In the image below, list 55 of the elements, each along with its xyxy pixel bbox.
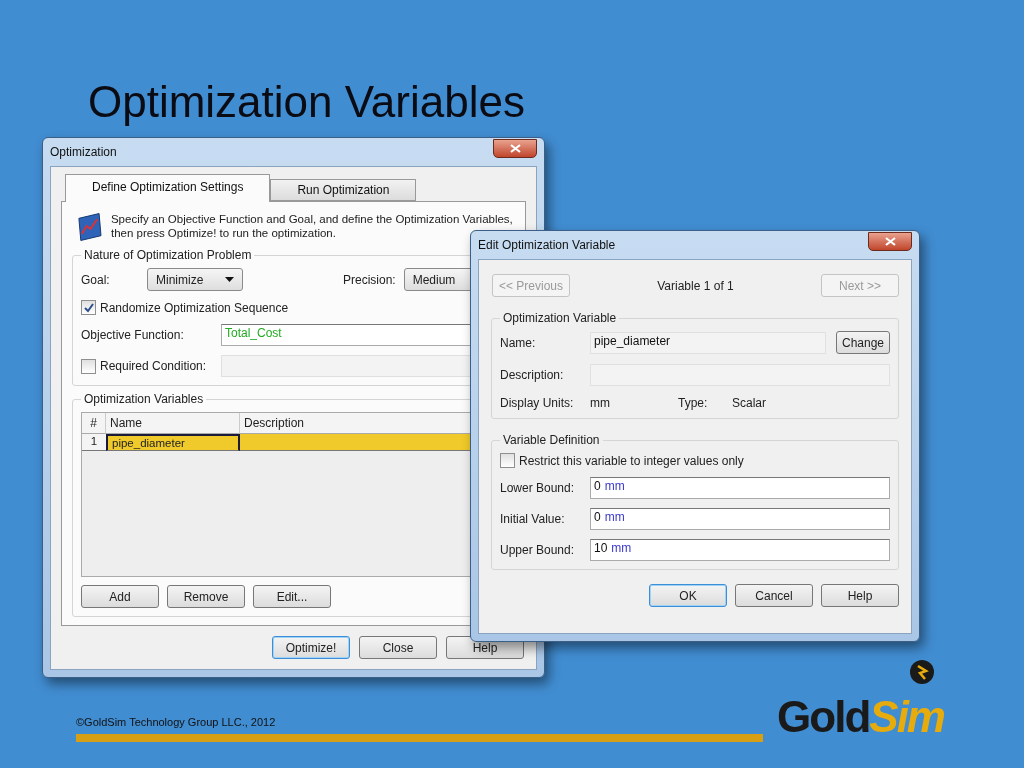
goal-dropdown[interactable]: Minimize: [147, 268, 243, 291]
variable-counter: Variable 1 of 1: [657, 278, 734, 293]
field-label: Goal:: [81, 272, 111, 287]
column-header: #: [82, 413, 106, 434]
input-field[interactable]: 0 mm: [590, 508, 890, 530]
column-header: Name: [106, 413, 240, 434]
dialog-button[interactable]: Add: [81, 585, 159, 608]
dialog-button[interactable]: Edit...: [253, 585, 331, 608]
checkbox[interactable]: [81, 358, 96, 374]
field-label: Description:: [500, 368, 565, 382]
tab[interactable]: Define Optimization Settings: [65, 174, 271, 202]
field-label: Display Units:: [500, 396, 575, 410]
window-title: Optimization: [50, 145, 117, 159]
close-button[interactable]: [868, 231, 912, 251]
type-value: Scalar: [732, 396, 766, 410]
dialog-button[interactable]: Close: [359, 636, 437, 659]
checkbox-label: Required Condition:: [100, 359, 207, 373]
change-button[interactable]: Change: [836, 331, 890, 354]
tab[interactable]: Run Optimization: [270, 179, 417, 201]
input-field[interactable]: 10 mm: [590, 539, 890, 561]
logo: GoldSim: [777, 682, 944, 742]
dialog-button[interactable]: Help: [821, 584, 899, 607]
input-field[interactable]: 0 mm: [590, 477, 890, 499]
dialog-button[interactable]: Optimize!: [272, 636, 350, 659]
group-title: Nature of Optimization Problem: [83, 248, 253, 262]
slide-title: Optimization Variables: [88, 76, 525, 128]
group-title: Optimization Variable: [502, 311, 618, 325]
name-field: pipe_diameter: [590, 331, 826, 354]
instruction-text: Specify an Objective Function and Goal, and define the Optimization Variables, then press Optimize! to run the optimization.: [110, 212, 514, 240]
close-icon: [884, 236, 896, 246]
field-label: Type:: [678, 396, 709, 410]
copyright-text: ©GoldSim Technology Group LLC., 2012: [76, 716, 276, 728]
dialog-button[interactable]: Remove: [167, 585, 245, 608]
group-title: Optimization Variables: [83, 392, 205, 406]
checkbox-label: Randomize Optimization Sequence: [100, 300, 289, 315]
checkbox-label: Restrict this variable to integer values only: [519, 453, 744, 468]
dialog-button[interactable]: Cancel: [735, 584, 813, 607]
close-icon: [509, 143, 521, 153]
table-cell[interactable]: pipe_diameter: [106, 434, 240, 451]
field-label: Upper Bound:: [500, 543, 576, 557]
checkbox[interactable]: [500, 453, 515, 468]
window-title: Edit Optimization Variable: [478, 238, 616, 252]
field-label: Objective Function:: [81, 328, 185, 342]
close-button[interactable]: [493, 138, 537, 158]
lightning-icon: [910, 660, 934, 684]
field-label: Initial Value:: [500, 512, 566, 526]
checkbox[interactable]: [81, 300, 96, 315]
field-label: Lower Bound:: [500, 481, 576, 495]
chart-icon: [76, 212, 103, 242]
caret-icon: [225, 277, 234, 282]
group-title: Variable Definition: [502, 433, 601, 447]
field-label: Precision:: [343, 272, 396, 287]
dialog-button[interactable]: OK: [649, 584, 727, 607]
units-value: mm: [590, 396, 611, 410]
row-number: 1: [82, 434, 106, 451]
